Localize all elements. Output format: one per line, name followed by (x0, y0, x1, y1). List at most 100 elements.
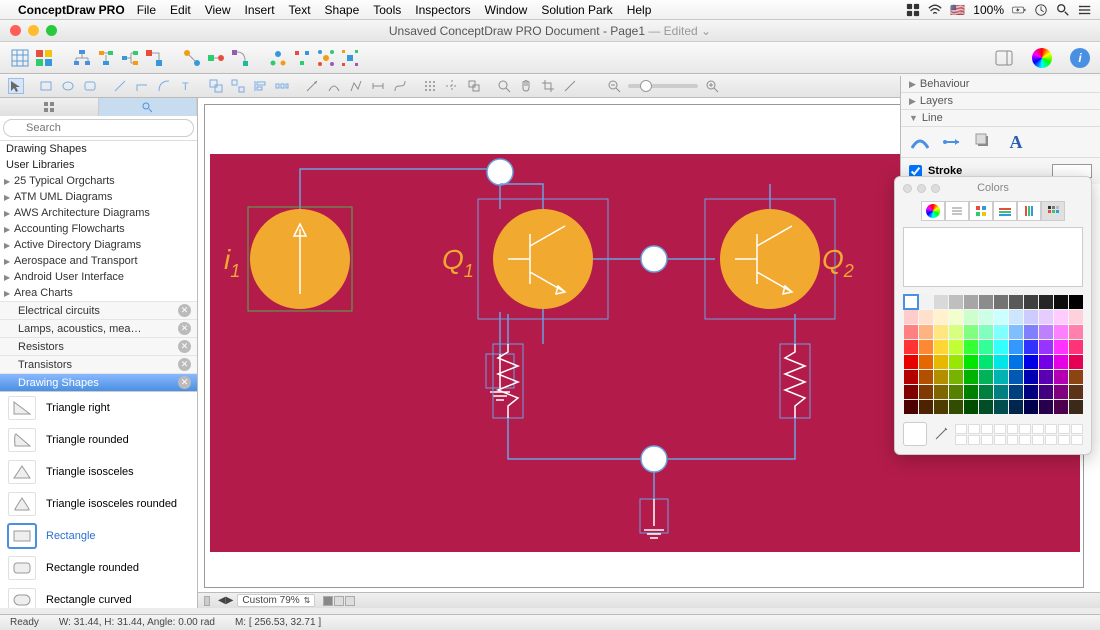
distribute-tool-icon[interactable] (274, 78, 290, 94)
color-swatch[interactable] (1039, 325, 1053, 339)
color-swatch[interactable] (934, 355, 948, 369)
color-swatch[interactable] (1024, 355, 1038, 369)
color-swatch[interactable] (979, 385, 993, 399)
color-swatch[interactable] (964, 370, 978, 384)
grid-toggle-icon[interactable] (10, 48, 30, 68)
color-wheel-icon[interactable] (1032, 48, 1052, 68)
sidebar-tab-grid-icon[interactable] (0, 98, 99, 116)
colors-tab-crayons-icon[interactable] (1041, 201, 1065, 221)
shape-item[interactable]: Triangle isosceles (0, 456, 197, 488)
menu-solution-park[interactable]: Solution Park (541, 3, 612, 17)
polyline-icon[interactable] (348, 78, 364, 94)
node-add-icon[interactable] (268, 48, 288, 68)
color-swatch[interactable] (949, 310, 963, 324)
shapes-link-icon[interactable] (206, 48, 226, 68)
crop-tool-icon[interactable] (540, 78, 556, 94)
color-swatch[interactable] (1069, 400, 1083, 414)
color-swatch[interactable] (1054, 400, 1068, 414)
menu-view[interactable]: View (205, 3, 231, 17)
dimension-icon[interactable] (370, 78, 386, 94)
close-icon[interactable]: ✕ (178, 322, 191, 335)
info-icon[interactable]: i (1070, 48, 1090, 68)
colors-tab-image-icon[interactable] (993, 201, 1017, 221)
color-swatch[interactable] (1069, 370, 1083, 384)
color-swatch[interactable] (1054, 310, 1068, 324)
color-swatch[interactable] (979, 340, 993, 354)
title-chevron-icon[interactable]: ⌄ (701, 24, 711, 38)
color-swatch[interactable] (1069, 355, 1083, 369)
color-swatch[interactable] (1024, 325, 1038, 339)
color-swatch[interactable] (994, 385, 1008, 399)
color-swatch[interactable] (964, 340, 978, 354)
close-icon[interactable]: ✕ (178, 304, 191, 317)
color-swatch[interactable] (1069, 340, 1083, 354)
eyedropper-icon[interactable] (933, 426, 949, 442)
color-swatch[interactable] (994, 310, 1008, 324)
close-icon[interactable]: ✕ (178, 340, 191, 353)
color-swatch[interactable] (949, 400, 963, 414)
zoom-in-icon[interactable] (704, 78, 720, 94)
colors-close-button[interactable] (903, 184, 912, 193)
library-item[interactable]: ▶AWS Architecture Diagrams (0, 205, 197, 221)
zoom-dropdown[interactable]: Custom 79%⇅ (237, 594, 315, 607)
shape-item[interactable]: Rectangle (0, 520, 197, 552)
color-swatch[interactable] (964, 400, 978, 414)
color-swatch[interactable] (1039, 310, 1053, 324)
color-swatch[interactable] (1024, 295, 1038, 309)
menu-inspectors[interactable]: Inspectors (415, 3, 470, 17)
color-swatch[interactable] (919, 310, 933, 324)
bezier-icon[interactable] (392, 78, 408, 94)
color-swatch[interactable] (919, 295, 933, 309)
chain-icon[interactable] (182, 48, 202, 68)
layout-auto-icon[interactable] (292, 48, 312, 68)
color-swatch[interactable] (1069, 325, 1083, 339)
color-swatch[interactable] (1054, 340, 1068, 354)
text-tool-icon[interactable]: T (178, 78, 194, 94)
color-swatch[interactable] (949, 355, 963, 369)
color-swatch[interactable] (949, 295, 963, 309)
shape-item[interactable]: Rectangle curved (0, 584, 197, 608)
library-item[interactable]: ▶25 Typical Orgcharts (0, 173, 197, 189)
color-swatch[interactable] (1039, 370, 1053, 384)
color-swatch[interactable] (919, 325, 933, 339)
app-menu[interactable]: ConceptDraw PRO (18, 3, 125, 17)
page-prev-icon[interactable]: ◀ (218, 595, 226, 606)
menu-extras-icon[interactable] (1078, 3, 1092, 17)
page-thumbnails[interactable] (323, 596, 355, 606)
tree-chart-icon[interactable] (72, 48, 92, 68)
align-tool-icon[interactable] (252, 78, 268, 94)
curve-line-icon[interactable] (326, 78, 342, 94)
library-category[interactable]: Drawing Shapes (0, 141, 197, 157)
colors-min-button[interactable] (917, 184, 926, 193)
color-swatch[interactable] (994, 325, 1008, 339)
color-swatch[interactable] (934, 295, 948, 309)
group-tool-icon[interactable] (208, 78, 224, 94)
color-swatch[interactable] (1009, 325, 1023, 339)
hierarchy-icon[interactable] (120, 48, 140, 68)
menu-insert[interactable]: Insert (245, 3, 275, 17)
color-swatch[interactable] (934, 310, 948, 324)
library-sub-item[interactable]: Resistors✕ (0, 337, 197, 355)
flag-icon[interactable]: 🇺🇸 (950, 3, 965, 17)
library-sub-item[interactable]: Transistors✕ (0, 355, 197, 373)
colors-zoom-button[interactable] (931, 184, 940, 193)
close-icon[interactable]: ✕ (178, 376, 191, 389)
color-swatch[interactable] (979, 310, 993, 324)
color-swatch[interactable] (904, 310, 918, 324)
color-swatch[interactable] (1039, 340, 1053, 354)
library-sub-item[interactable]: Electrical circuits✕ (0, 301, 197, 319)
color-swatch[interactable] (1024, 385, 1038, 399)
color-swatch[interactable] (919, 385, 933, 399)
colors-tab-pencils-icon[interactable] (1017, 201, 1041, 221)
magnifier-icon[interactable] (496, 78, 512, 94)
line-ends-icon[interactable] (941, 131, 963, 153)
shape-item[interactable]: Triangle isosceles rounded (0, 488, 197, 520)
flowchart-icon[interactable] (96, 48, 116, 68)
process-icon[interactable] (144, 48, 164, 68)
color-swatch[interactable] (904, 370, 918, 384)
color-swatch[interactable] (1039, 385, 1053, 399)
library-search-input[interactable] (3, 119, 194, 137)
line-style-icon[interactable] (909, 131, 931, 153)
color-swatch[interactable] (1024, 370, 1038, 384)
colors-saved-slots[interactable] (955, 424, 1083, 445)
